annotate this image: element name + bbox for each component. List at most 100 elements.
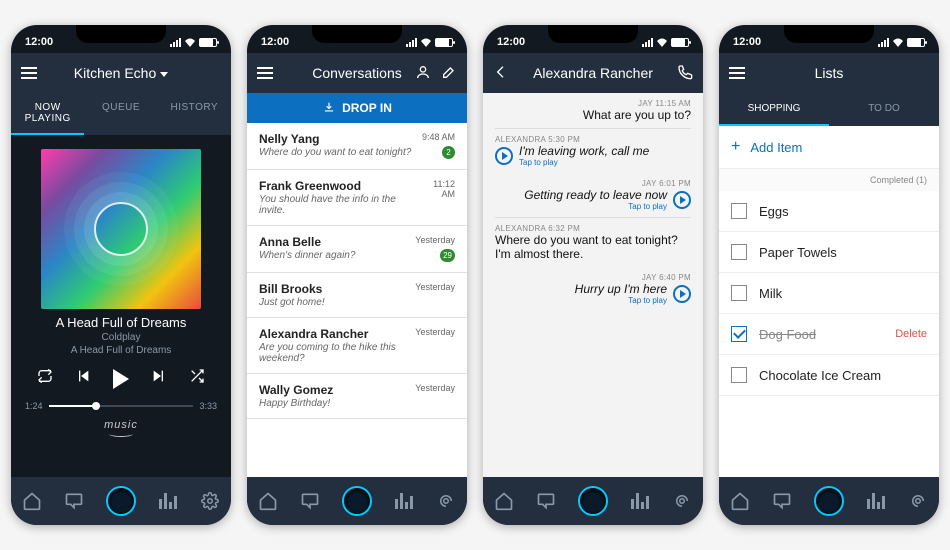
conversation-row[interactable]: Alexandra RancherAre you coming to the h…: [247, 318, 467, 374]
list-item[interactable]: Eggs: [719, 191, 939, 232]
tap-to-play[interactable]: Tap to play: [524, 202, 667, 211]
checkbox[interactable]: [731, 285, 747, 301]
nav-activity-icon[interactable]: [630, 493, 650, 509]
nav-settings-icon[interactable]: [672, 491, 692, 511]
nav-settings-icon[interactable]: [908, 491, 928, 511]
next-icon[interactable]: [151, 368, 167, 389]
conversation-row[interactable]: Wally GomezHappy Birthday!Yesterday: [247, 374, 467, 419]
tab-todo[interactable]: TO DO: [829, 93, 939, 126]
list-item-label: Dog Food: [759, 327, 816, 342]
time-total: 3:33: [199, 401, 217, 411]
unread-badge: 29: [440, 249, 455, 262]
track-title: A Head Full of Dreams: [11, 315, 231, 330]
repeat-icon[interactable]: [37, 368, 53, 389]
play-button[interactable]: [113, 369, 129, 389]
nav-chat-icon[interactable]: [300, 491, 320, 511]
checkbox[interactable]: [731, 367, 747, 383]
music-tabs: NOW PLAYING QUEUE HISTORY: [11, 93, 231, 135]
add-item-button[interactable]: + Add Item: [719, 126, 939, 169]
signal-icon: [170, 38, 181, 47]
progress-bar[interactable]: 1:24 3:33: [11, 401, 231, 411]
compose-icon[interactable]: [441, 64, 457, 83]
album-art[interactable]: [41, 149, 201, 309]
convo-preview: When's dinner again?: [259, 250, 355, 261]
tap-to-play[interactable]: Tap to play: [575, 296, 667, 305]
list-tabs: SHOPPING TO DO: [719, 93, 939, 126]
nav-home-icon[interactable]: [494, 491, 514, 511]
convo-preview: Where do you want to eat tonight?: [259, 147, 411, 158]
convo-name: Bill Brooks: [259, 282, 325, 296]
nav-alexa-button[interactable]: [342, 486, 372, 516]
convo-time: Yesterday: [415, 235, 455, 245]
menu-icon[interactable]: [257, 67, 273, 79]
nav-settings-icon[interactable]: [200, 491, 220, 511]
tab-queue[interactable]: QUEUE: [84, 93, 157, 135]
nav-alexa-button[interactable]: [578, 486, 608, 516]
play-voice-icon[interactable]: [673, 191, 691, 209]
conversation-row[interactable]: Frank GreenwoodYou should have the info …: [247, 170, 467, 226]
device-selector[interactable]: Kitchen Echo: [74, 65, 169, 81]
delete-button[interactable]: Delete: [895, 328, 927, 340]
tab-history[interactable]: HISTORY: [158, 93, 231, 135]
msg-meta: ALEXANDRA 6:32 PM: [495, 224, 691, 233]
msg-text: What are you up to?: [495, 108, 691, 122]
nav-chat-icon[interactable]: [536, 491, 556, 511]
conversation-row[interactable]: Anna BelleWhen's dinner again?Yesterday2…: [247, 226, 467, 273]
nav-activity-icon[interactable]: [394, 493, 414, 509]
convo-preview: You should have the info in the invite.: [259, 194, 419, 216]
menu-icon[interactable]: [729, 67, 745, 79]
nav-settings-icon[interactable]: [436, 491, 456, 511]
list-item[interactable]: Dog Food Delete: [719, 314, 939, 355]
nav-alexa-button[interactable]: [814, 486, 844, 516]
list-item-label: Paper Towels: [759, 245, 837, 260]
nav-home-icon[interactable]: [22, 491, 42, 511]
convo-time: Yesterday: [415, 327, 455, 337]
msg-text: I'm leaving work, call me: [519, 144, 649, 158]
nav-home-icon[interactable]: [730, 491, 750, 511]
list-item[interactable]: Milk: [719, 273, 939, 314]
play-voice-icon[interactable]: [495, 147, 513, 165]
app-bar: Conversations: [247, 53, 467, 93]
battery-icon: [671, 38, 689, 47]
checkbox[interactable]: [731, 244, 747, 260]
tap-to-play[interactable]: Tap to play: [519, 158, 649, 167]
chat-content[interactable]: JAY 11:15 AM What are you up to? ALEXAND…: [483, 93, 703, 477]
drop-in-button[interactable]: DROP IN: [247, 93, 467, 123]
menu-icon[interactable]: [21, 67, 37, 79]
shuffle-icon[interactable]: [189, 368, 205, 389]
bottom-nav: [11, 477, 231, 525]
contacts-icon[interactable]: [415, 64, 431, 83]
bottom-nav: [483, 477, 703, 525]
list-item[interactable]: Chocolate Ice Cream: [719, 355, 939, 396]
msg-text: Where do you want to eat tonight?: [495, 233, 691, 247]
conversation-row[interactable]: Bill BrooksJust got home!Yesterday: [247, 273, 467, 318]
tab-now-playing[interactable]: NOW PLAYING: [11, 93, 84, 135]
nav-activity-icon[interactable]: [158, 493, 178, 509]
nav-home-icon[interactable]: [258, 491, 278, 511]
checkbox[interactable]: [731, 326, 747, 342]
back-icon[interactable]: [493, 64, 509, 83]
convo-name: Wally Gomez: [259, 383, 333, 397]
nav-alexa-button[interactable]: [106, 486, 136, 516]
convo-preview: Are you coming to the hike this weekend?: [259, 342, 415, 364]
conversation-list[interactable]: Nelly YangWhere do you want to eat tonig…: [247, 123, 467, 477]
bottom-nav: [719, 477, 939, 525]
call-icon[interactable]: [677, 64, 693, 83]
checkbox[interactable]: [731, 203, 747, 219]
nav-activity-icon[interactable]: [866, 493, 886, 509]
bottom-nav: [247, 477, 467, 525]
player-controls: [11, 368, 231, 389]
time-elapsed: 1:24: [25, 401, 43, 411]
convo-preview: Just got home!: [259, 297, 325, 308]
tab-shopping[interactable]: SHOPPING: [719, 93, 829, 126]
prev-icon[interactable]: [75, 368, 91, 389]
play-voice-icon[interactable]: [673, 285, 691, 303]
conversation-row[interactable]: Nelly YangWhere do you want to eat tonig…: [247, 123, 467, 170]
list-item[interactable]: Paper Towels: [719, 232, 939, 273]
wifi-icon: [184, 38, 196, 47]
msg-text: Hurry up I'm here: [575, 282, 667, 296]
nav-chat-icon[interactable]: [64, 491, 84, 511]
nav-chat-icon[interactable]: [772, 491, 792, 511]
plus-icon: +: [731, 138, 740, 156]
completed-count[interactable]: Completed (1): [719, 169, 939, 191]
